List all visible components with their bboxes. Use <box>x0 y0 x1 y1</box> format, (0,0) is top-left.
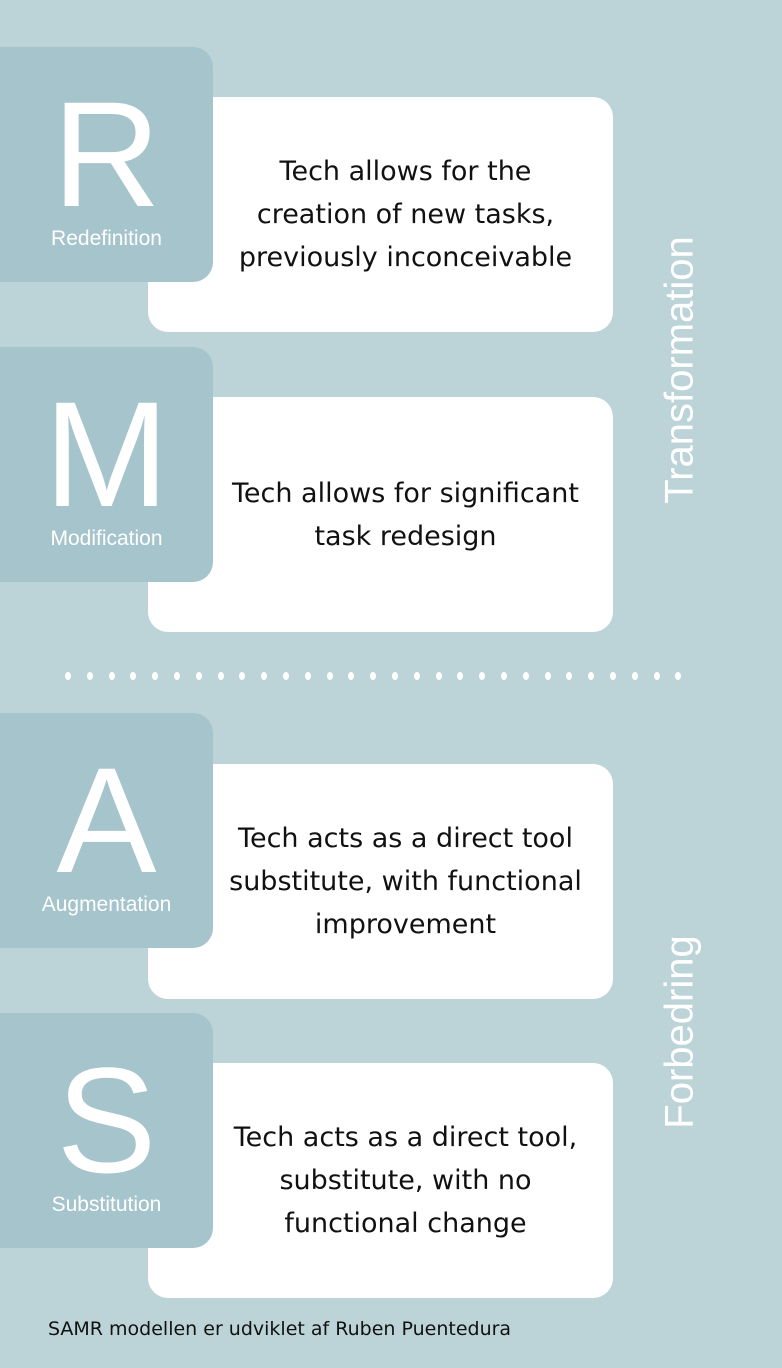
letter: M <box>44 370 169 538</box>
divider-dot <box>130 672 137 680</box>
divider-dot <box>588 672 595 680</box>
divider-dot <box>217 672 224 680</box>
divider-dot <box>261 672 268 680</box>
divider-dot <box>609 672 616 680</box>
description: Tech acts as a direct tool, substitute, … <box>233 1122 578 1239</box>
dotted-divider <box>65 672 697 680</box>
divider-dot <box>195 672 202 680</box>
divider-dot <box>152 672 159 680</box>
divider-dot <box>544 672 551 680</box>
letter-box-redefinition: R Redefinition <box>0 47 213 282</box>
divider-dot <box>239 672 246 680</box>
level-name: Augmentation <box>41 893 172 916</box>
level-name: Redefinition <box>51 227 162 250</box>
footer-credit: SAMR modellen er udviklet af Ruben Puent… <box>48 1318 512 1340</box>
divider-dot <box>86 672 93 680</box>
group-label-forbedring: Forbedring <box>657 935 702 1129</box>
divider-dot <box>435 672 442 680</box>
letter-box-modification: M Modification <box>0 347 213 582</box>
divider-dot <box>566 672 573 680</box>
divider-dot <box>522 672 529 680</box>
divider-dot <box>500 672 507 680</box>
letter-box-substitution: S Substitution <box>0 1013 213 1248</box>
card-modification: Tech allows for significant task redesig… <box>148 397 613 632</box>
letter: R <box>52 70 161 238</box>
divider-dot <box>326 672 333 680</box>
divider-dot <box>65 672 71 680</box>
card-substitution: Tech acts as a direct tool, substitute, … <box>148 1063 613 1298</box>
letter-box-augmentation: A Augmentation <box>0 713 213 948</box>
divider-dot <box>282 672 289 680</box>
divider-dot <box>675 672 682 680</box>
divider-dot <box>348 672 355 680</box>
group-label-transformation: Transformation <box>657 236 702 504</box>
divider-dot <box>653 672 660 680</box>
card-redefinition: Tech allows for the creation of new task… <box>148 97 613 332</box>
divider-dot <box>370 672 377 680</box>
description: Tech acts as a direct tool substitute, w… <box>229 823 582 940</box>
divider-dot <box>413 672 420 680</box>
divider-dot <box>457 672 464 680</box>
divider-dot <box>108 672 115 680</box>
level-name: Modification <box>50 527 163 550</box>
level-name: Substitution <box>51 1193 162 1216</box>
description: Tech allows for the creation of new task… <box>238 156 573 273</box>
letter: A <box>56 736 157 904</box>
card-augmentation: Tech acts as a direct tool substitute, w… <box>148 764 613 999</box>
description: Tech allows for significant task redesig… <box>232 477 579 552</box>
divider-dot <box>391 672 398 680</box>
letter: S <box>56 1036 157 1204</box>
divider-dot <box>631 672 638 680</box>
divider-dot <box>304 672 311 680</box>
divider-dot <box>173 672 180 680</box>
divider-dot <box>479 672 486 680</box>
